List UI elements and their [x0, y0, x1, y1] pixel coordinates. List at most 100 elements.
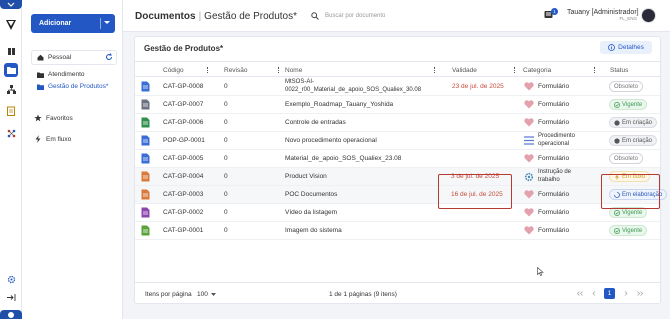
cell-name[interactable]: Product Vision: [285, 173, 327, 180]
heart-icon: [524, 100, 534, 109]
prev-page-icon[interactable]: [588, 288, 599, 299]
cell-category: Formulário: [538, 155, 570, 162]
chevron-down-icon[interactable]: [104, 21, 110, 25]
sidebar-item-atendimento[interactable]: Atendimento: [37, 71, 85, 78]
table-row[interactable]: CAT-GP-0004 0 Product Vision 3 de jul. de 2…: [135, 168, 660, 186]
cell-name[interactable]: Vídeo da listagem: [285, 209, 337, 216]
title-sub: Gestão de Produtos*: [204, 11, 298, 22]
cell-name[interactable]: MtSOS-AI- 0022_r00_Material_de_apoio_SOS_…: [285, 79, 421, 94]
col-status[interactable]: Status: [610, 67, 628, 74]
status-label: Vigente: [622, 209, 643, 216]
cell-code: POP-GP-0001: [163, 137, 205, 144]
cell-name[interactable]: Imagem do sistema: [285, 227, 342, 234]
cell-revision: 0: [224, 227, 228, 234]
page-current[interactable]: 1: [604, 288, 615, 299]
details-button[interactable]: Detalhes: [600, 41, 652, 54]
user-info[interactable]: Tauany [Administrador] FL_ENG: [567, 9, 639, 21]
col-menu-icon[interactable]: [207, 67, 208, 73]
cell-revision: 0: [224, 191, 228, 198]
cell-revision: 0: [224, 119, 228, 126]
clipboard-icon[interactable]: [4, 104, 18, 118]
table-row[interactable]: POP-GP-0001 0 Novo procedimento operaciona…: [135, 132, 660, 150]
cell-revision: 0: [224, 209, 228, 216]
settings-icon[interactable]: [4, 272, 18, 286]
info-icon: [608, 44, 616, 51]
cell-code: CAT-GP-0005: [163, 155, 204, 162]
personal-section[interactable]: Pessoal: [31, 50, 117, 65]
cell-name[interactable]: Controle de entradas: [285, 119, 346, 126]
help-icon[interactable]: [0, 310, 22, 319]
collapse-icon[interactable]: [4, 290, 18, 304]
add-button[interactable]: Adicionar: [31, 14, 115, 33]
status-label: Vigente: [622, 227, 643, 234]
panel-title: Gestão de Produtos*: [144, 44, 224, 53]
table-row[interactable]: CAT-GP-0002 0 Vídeo da listagem Formulário V…: [135, 204, 660, 222]
cell-code: CAT-GP-0008: [163, 83, 204, 90]
in-flow-label: Em fluxo: [46, 135, 72, 143]
file-icon: [141, 81, 150, 92]
last-page-icon[interactable]: [634, 288, 645, 299]
cell-revision: 0: [224, 155, 228, 162]
table-row[interactable]: CAT-GP-0003 0 POC Documentos 16 de jul. de …: [135, 186, 668, 204]
cell-category: Formulário: [538, 209, 570, 216]
avatar[interactable]: [641, 8, 656, 23]
network-icon[interactable]: [4, 126, 18, 140]
cell-name[interactable]: Material_de_apoio_SOS_Qualiex_23.08: [285, 155, 401, 162]
table-row[interactable]: CAT-GP-0006 0 Controle de entradas Formulár…: [135, 114, 660, 132]
col-code[interactable]: Código: [163, 67, 184, 74]
check-icon: [614, 209, 620, 216]
folder-icon: [37, 84, 44, 90]
col-validity[interactable]: Validade: [452, 67, 477, 74]
cell-code: CAT-GP-0001: [163, 227, 204, 234]
validity-highlight: [438, 174, 512, 209]
refresh-icon[interactable]: [105, 53, 113, 61]
cell-name[interactable]: Exemplo_Roadmap_Tauany_Yoshida: [285, 101, 393, 108]
file-icon: [141, 189, 150, 200]
sidebar-item-favoritos[interactable]: Favoritos: [34, 114, 73, 122]
col-revision[interactable]: Revisão: [224, 67, 247, 74]
table-row[interactable]: CAT-GP-0008 0 MtSOS-AI- 0022_r00_Material_d…: [135, 78, 660, 96]
cell-category-line1: Instrução de: [538, 169, 572, 175]
file-icon: [141, 153, 150, 164]
status-label: Obsoleto: [614, 155, 639, 162]
cell-name[interactable]: POC Documentos: [285, 191, 337, 198]
sidebar-item-gestao-produtos[interactable]: Gestão de Produtos*: [37, 83, 108, 90]
cell-category-line2: trabalho: [538, 176, 560, 183]
chevron-down-icon: [7, 2, 15, 7]
first-page-icon[interactable]: [574, 288, 585, 299]
cell-revision: 0: [224, 137, 228, 144]
sidebar-item-em-fluxo[interactable]: Em fluxo: [34, 135, 71, 143]
col-name[interactable]: Nome: [285, 67, 302, 74]
pencil-icon: [614, 119, 620, 126]
next-page-icon[interactable]: [620, 288, 631, 299]
search-input[interactable]: Buscar por documento: [307, 9, 463, 23]
logo-icon[interactable]: [4, 18, 18, 32]
file-icon: [141, 135, 150, 146]
org-icon[interactable]: [4, 82, 18, 96]
pencil-icon: [614, 137, 620, 144]
rail-top-bar[interactable]: [0, 0, 22, 9]
personal-label: Pessoal: [48, 54, 72, 61]
col-category[interactable]: Categoria: [523, 67, 551, 74]
heart-icon: [524, 226, 534, 235]
book-icon[interactable]: [4, 44, 18, 58]
sidebar: Adicionar Pessoal Atendimento Gestão de …: [22, 0, 123, 319]
col-menu-icon[interactable]: [514, 67, 515, 73]
col-menu-icon[interactable]: [278, 67, 279, 73]
notification-badge: 1: [551, 8, 558, 15]
col-menu-icon[interactable]: [434, 67, 435, 73]
cell-name[interactable]: Novo procedimento operacional: [285, 137, 377, 144]
folder-icon[interactable]: [4, 63, 18, 77]
status-label: Em criação: [622, 137, 653, 144]
details-button-label: Detalhes: [618, 44, 644, 51]
table-row[interactable]: CAT-GP-0005 0 Material_de_apoio_SOS_Qualie…: [135, 150, 660, 168]
cell-category-line2: operacional: [538, 140, 570, 147]
table-row[interactable]: CAT-GP-0001 0 Imagem do sistema Formulário V…: [135, 222, 660, 240]
heart-icon: [524, 82, 534, 91]
cell-category-line1: Procedimento: [538, 133, 576, 139]
col-menu-icon[interactable]: [594, 67, 595, 73]
per-page-select[interactable]: 100: [197, 291, 216, 298]
status-highlight: [601, 174, 660, 209]
page-title: Documentos | Gestão de Produtos*: [135, 11, 297, 22]
table-row[interactable]: CAT-GP-0007 0 Exemplo_Roadmap_Tauany_Yoshi…: [135, 96, 660, 114]
